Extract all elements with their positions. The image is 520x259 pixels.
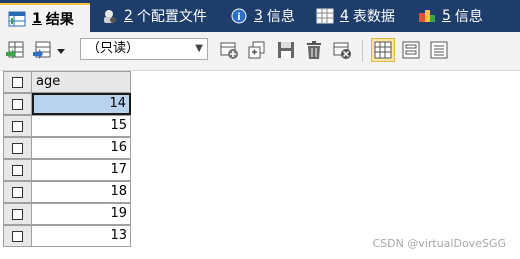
- result-toolbar: （只读） ▼: [0, 32, 520, 71]
- result-tab-bar: 1 结果 2 个配置文件 i 3 信息 4 表数据 5 信息: [0, 0, 520, 32]
- info-history-icon: [418, 8, 436, 24]
- row-select-cell[interactable]: [3, 137, 32, 159]
- profile-icon: [100, 8, 118, 24]
- tab-info-number: 3: [254, 8, 263, 24]
- age-cell[interactable]: 17: [32, 159, 131, 181]
- export-icon[interactable]: [5, 40, 25, 60]
- row-select-cell[interactable]: [3, 93, 32, 115]
- row-checkbox[interactable]: [12, 143, 23, 154]
- svg-text:i: i: [237, 12, 240, 23]
- row-select-cell[interactable]: [3, 203, 32, 225]
- row-checkbox[interactable]: [12, 187, 23, 198]
- form-view-icon[interactable]: [401, 40, 421, 60]
- select-all-cell[interactable]: [3, 71, 32, 93]
- row-select-cell[interactable]: [3, 115, 32, 137]
- age-cell[interactable]: 19: [32, 203, 131, 225]
- export-dropdown-icon[interactable]: [32, 40, 52, 60]
- row-checkbox[interactable]: [12, 231, 23, 242]
- grid-header-row: age: [3, 71, 131, 93]
- table-row[interactable]: 17: [3, 159, 131, 181]
- info-icon: i: [230, 8, 248, 24]
- grid-view-icon[interactable]: [371, 38, 395, 62]
- tab-results[interactable]: 1 结果: [0, 3, 90, 32]
- add-row-icon[interactable]: [219, 40, 239, 60]
- column-header-age[interactable]: age: [32, 71, 131, 93]
- age-cell[interactable]: 18: [32, 181, 131, 203]
- row-checkbox[interactable]: [12, 165, 23, 176]
- result-mode-value: （只读）: [87, 41, 140, 56]
- text-view-icon[interactable]: [429, 40, 449, 60]
- tab-table-data[interactable]: 4 表数据: [308, 3, 408, 29]
- tab-info[interactable]: i 3 信息: [222, 3, 306, 29]
- table-row[interactable]: 19: [3, 203, 131, 225]
- age-cell[interactable]: 13: [32, 225, 131, 247]
- tab-profiles-label: 个配置文件: [136, 9, 207, 25]
- save-icon[interactable]: [276, 40, 296, 60]
- tab-info-history-label: 信息: [454, 9, 483, 25]
- toolbar-separator: [362, 40, 363, 62]
- tab-info-label: 信息: [266, 9, 295, 25]
- table-row[interactable]: 14: [3, 93, 131, 115]
- select-all-checkbox[interactable]: [12, 77, 23, 88]
- table-row[interactable]: 15: [3, 115, 131, 137]
- age-cell[interactable]: 14: [32, 93, 131, 115]
- age-cell[interactable]: 16: [32, 137, 131, 159]
- select-chevron-icon: ▼: [195, 43, 203, 54]
- tab-profiles[interactable]: 2 个配置文件: [92, 3, 220, 29]
- cancel-icon[interactable]: [332, 40, 352, 60]
- tab-results-number: 1: [32, 10, 42, 27]
- table-row[interactable]: 18: [3, 181, 131, 203]
- table-data-icon: [316, 8, 334, 24]
- row-select-cell[interactable]: [3, 225, 32, 247]
- result-mode-select[interactable]: （只读） ▼: [80, 38, 208, 60]
- watermark-text: CSDN @virtualDoveSGG: [372, 237, 506, 250]
- age-cell[interactable]: 15: [32, 115, 131, 137]
- table-row[interactable]: 16: [3, 137, 131, 159]
- tab-info-history[interactable]: 5 信息: [410, 3, 500, 29]
- tab-profiles-number: 2: [124, 8, 133, 24]
- tab-info-history-number: 5: [442, 8, 451, 24]
- row-checkbox[interactable]: [12, 99, 23, 110]
- table-icon: [8, 11, 26, 27]
- delete-icon[interactable]: [304, 40, 324, 60]
- row-checkbox[interactable]: [12, 121, 23, 132]
- row-checkbox[interactable]: [12, 209, 23, 220]
- chevron-down-icon[interactable]: [55, 40, 67, 60]
- row-select-cell[interactable]: [3, 159, 32, 181]
- duplicate-row-icon[interactable]: [247, 40, 267, 60]
- tab-table-data-label: 表数据: [352, 9, 395, 25]
- row-select-cell[interactable]: [3, 181, 32, 203]
- tab-table-data-number: 4: [340, 8, 349, 24]
- table-row[interactable]: 13: [3, 225, 131, 247]
- tab-results-label: 结果: [45, 11, 74, 28]
